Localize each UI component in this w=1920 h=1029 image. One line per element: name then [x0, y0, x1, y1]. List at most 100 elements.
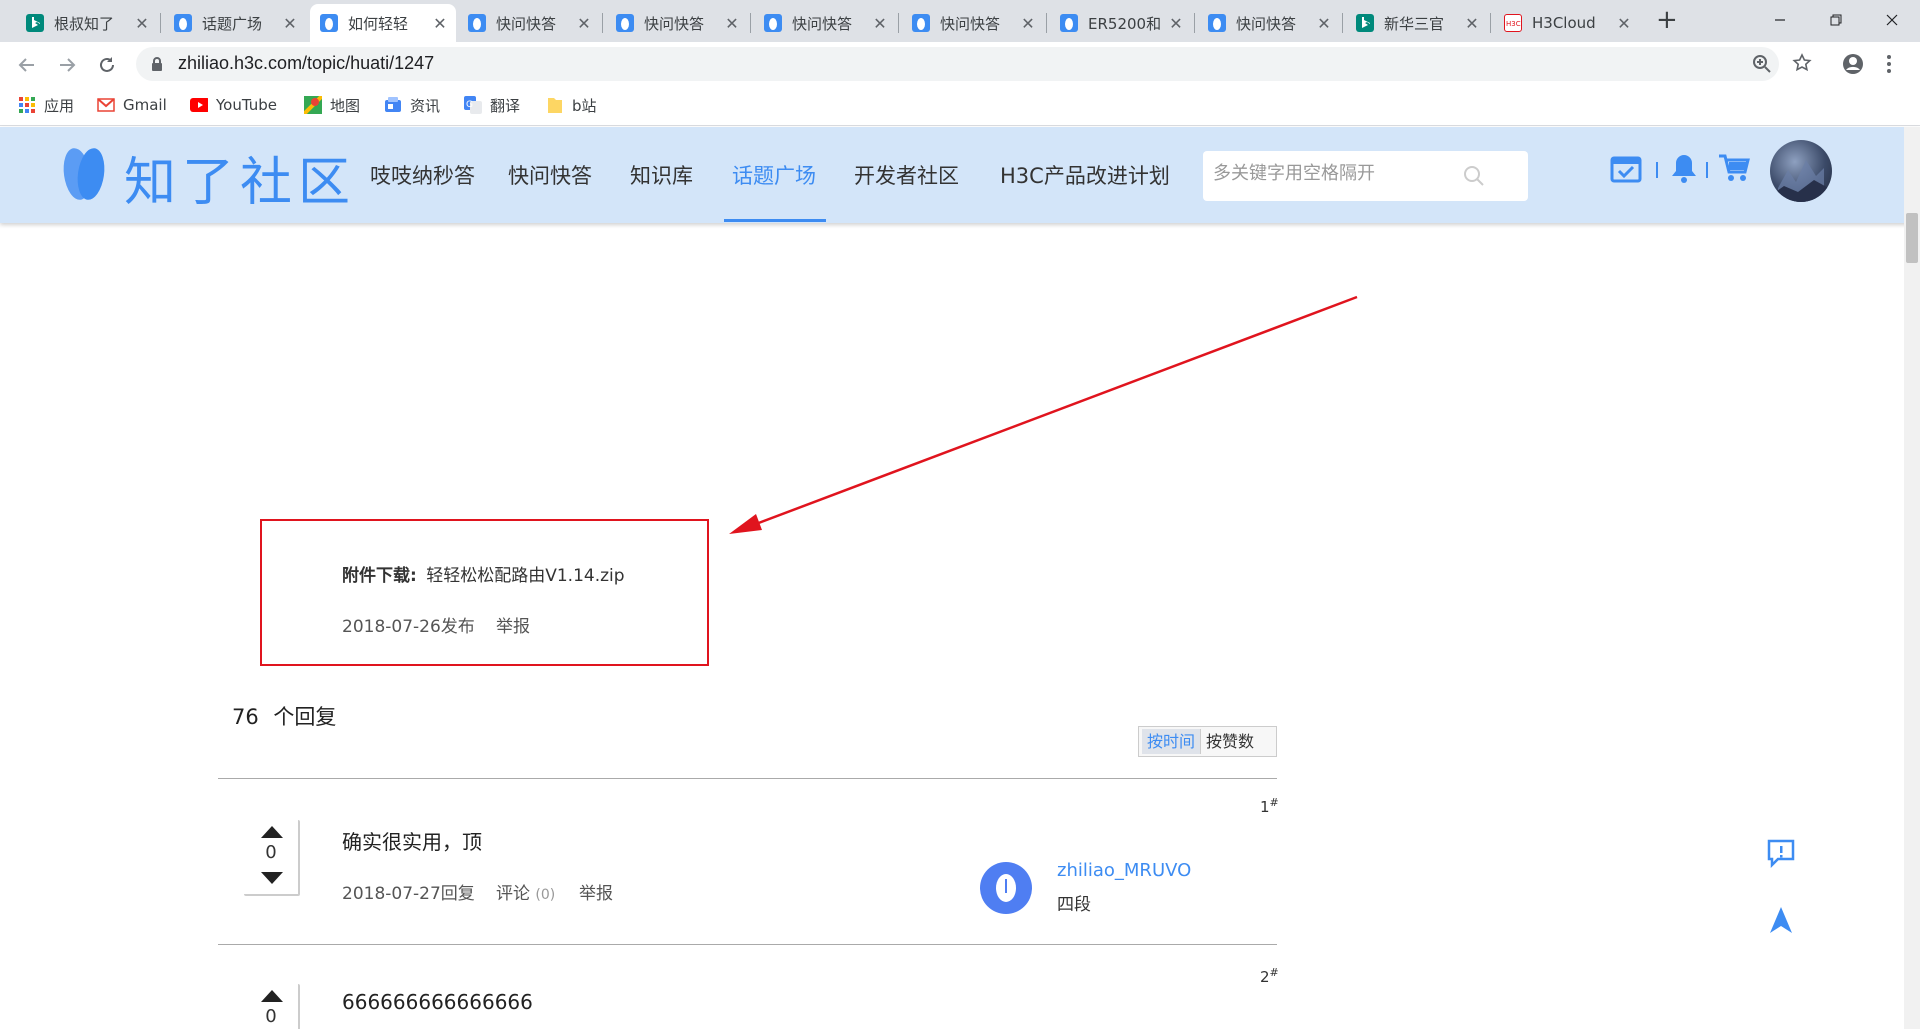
translate-icon: G [464, 96, 482, 114]
tab-7[interactable]: 快问快答 ✕ [902, 4, 1044, 42]
close-tab-icon[interactable]: ✕ [134, 14, 150, 33]
reply-count-label: 个回复 [273, 705, 337, 729]
post-date: 2018-07-26发布 [342, 617, 475, 637]
attachment-link[interactable]: 轻轻松松配路由V1.14.zip [426, 566, 624, 586]
upvote-icon[interactable] [261, 990, 283, 1002]
nav-developer[interactable]: 开发者社区 [854, 160, 959, 190]
divider [218, 778, 1277, 779]
forward-icon[interactable] [54, 52, 80, 78]
tab-title: H3Cloud [1532, 14, 1596, 32]
tab-5[interactable]: 快问快答 ✕ [606, 4, 748, 42]
downvote-icon[interactable] [261, 872, 283, 884]
cart-icon[interactable] [1718, 153, 1750, 183]
search-input[interactable] [1213, 163, 1473, 184]
sort-toggle: 按时间 按赞数 [1138, 726, 1277, 757]
tab-divider [1342, 13, 1343, 33]
bookmark-bilibili[interactable]: b站 [546, 94, 597, 116]
reply-report-link[interactable]: 举报 [579, 879, 613, 904]
user-avatar[interactable] [1770, 140, 1832, 202]
reply-comment-link[interactable]: 评论 (0) [496, 879, 555, 904]
tab-3-active[interactable]: 如何轻轻 ✕ [310, 4, 456, 42]
restore-icon[interactable] [1808, 0, 1864, 40]
nav-product-improvement[interactable]: H3C产品改进计划 [1000, 160, 1170, 190]
nav-topic-square[interactable]: 话题广场 [732, 160, 816, 190]
annotation-highlight-box [260, 519, 709, 666]
bookmark-apps[interactable]: 应用 [18, 94, 74, 116]
site-logo-text[interactable]: 知了社区 [124, 140, 356, 215]
search-icon[interactable] [1463, 165, 1485, 187]
reply-date: 2018-07-27回复 [342, 884, 475, 904]
tab-2[interactable]: 话题广场 ✕ [164, 4, 306, 42]
zoom-icon[interactable] [1752, 54, 1772, 74]
url-text[interactable]: zhiliao.h3c.com/topic/huati/1247 [178, 53, 434, 74]
bing-icon [1356, 14, 1374, 32]
reply-user-rank: 四段 [1057, 895, 1091, 915]
feedback-icon[interactable] [1766, 838, 1796, 868]
star-icon[interactable] [1792, 53, 1812, 73]
nav-knowledge[interactable]: 知识库 [630, 160, 693, 190]
back-icon[interactable] [14, 52, 40, 78]
sort-by-likes-button[interactable]: 按赞数 [1200, 729, 1259, 754]
bell-icon[interactable] [1670, 153, 1698, 183]
bookmark-maps[interactable]: 地图 [304, 94, 360, 116]
back-to-top-icon[interactable] [1768, 906, 1794, 934]
tab-10[interactable]: 新华三官 ✕ [1346, 4, 1488, 42]
bookmark-label: 地图 [330, 96, 361, 115]
sort-by-time-button[interactable]: 按时间 [1142, 729, 1201, 754]
bookmark-gmail[interactable]: Gmail [97, 94, 167, 116]
tab-4[interactable]: 快问快答 ✕ [458, 4, 600, 42]
close-tab-icon[interactable]: ✕ [1020, 14, 1036, 33]
site-search-box[interactable] [1203, 151, 1528, 201]
folder-icon [546, 96, 564, 114]
reload-icon[interactable] [94, 52, 120, 78]
reply-user-avatar[interactable] [980, 862, 1032, 914]
bookmark-label: b站 [572, 96, 597, 115]
bookmark-news[interactable]: 资讯 [384, 94, 440, 116]
reply-floor-number: 1# [1260, 796, 1279, 816]
tab-divider [1046, 13, 1047, 33]
close-window-icon[interactable] [1864, 0, 1920, 40]
close-tab-icon[interactable]: ✕ [432, 14, 448, 33]
vote-count: 0 [265, 842, 277, 863]
menu-dots-icon[interactable] [1886, 55, 1892, 73]
scrollbar-thumb[interactable] [1906, 213, 1918, 263]
zhiliao-icon [764, 14, 782, 32]
tab-8[interactable]: ER5200和 ✕ [1050, 4, 1192, 42]
close-tab-icon[interactable]: ✕ [1316, 14, 1332, 33]
close-tab-icon[interactable]: ✕ [1464, 14, 1480, 33]
bookmarks-bar [0, 86, 1920, 126]
tab-title: 快问快答 [792, 14, 853, 33]
cicada-logo-icon[interactable] [58, 144, 110, 202]
reply-floor-number: 2# [1260, 966, 1279, 986]
bing-icon [26, 14, 44, 32]
close-tab-icon[interactable]: ✕ [872, 14, 888, 33]
tab-title: 新华三官 [1384, 14, 1445, 33]
close-tab-icon[interactable]: ✕ [282, 14, 298, 33]
nav-quick-qa[interactable]: 快问快答 [508, 160, 592, 190]
bookmark-label: 资讯 [410, 96, 441, 115]
h3c-icon: H3C [1504, 14, 1522, 32]
lock-icon[interactable] [150, 56, 164, 72]
reply-username[interactable]: zhiliao_MRUVO [1057, 860, 1191, 881]
bookmark-label: YouTube [216, 96, 277, 114]
bookmark-youtube[interactable]: YouTube [190, 94, 277, 116]
tab-1[interactable]: 根叔知了 ✕ [16, 4, 158, 42]
profile-icon[interactable] [1842, 53, 1864, 75]
bookmark-translate[interactable]: G 翻译 [464, 94, 520, 116]
reply-count: 76 [232, 705, 259, 729]
close-tab-icon[interactable]: ✕ [576, 14, 592, 33]
svg-text:G: G [466, 100, 473, 110]
tab-9[interactable]: 快问快答 ✕ [1198, 4, 1340, 42]
new-tab-button[interactable]: + [1656, 6, 1678, 34]
minimize-icon[interactable] [1752, 0, 1808, 40]
close-tab-icon[interactable]: ✕ [1168, 14, 1184, 33]
calendar-check-icon[interactable] [1610, 153, 1642, 183]
close-tab-icon[interactable]: ✕ [724, 14, 740, 33]
tab-11[interactable]: H3C H3Cloud ✕ [1494, 4, 1640, 42]
nav-zhizhi[interactable]: 吱吱纳秒答 [370, 160, 475, 190]
post-report-link[interactable]: 举报 [496, 612, 530, 637]
tab-6[interactable]: 快问快答 ✕ [754, 4, 896, 42]
close-tab-icon[interactable]: ✕ [1616, 14, 1632, 33]
zhiliao-icon [1060, 14, 1078, 32]
upvote-icon[interactable] [261, 826, 283, 838]
